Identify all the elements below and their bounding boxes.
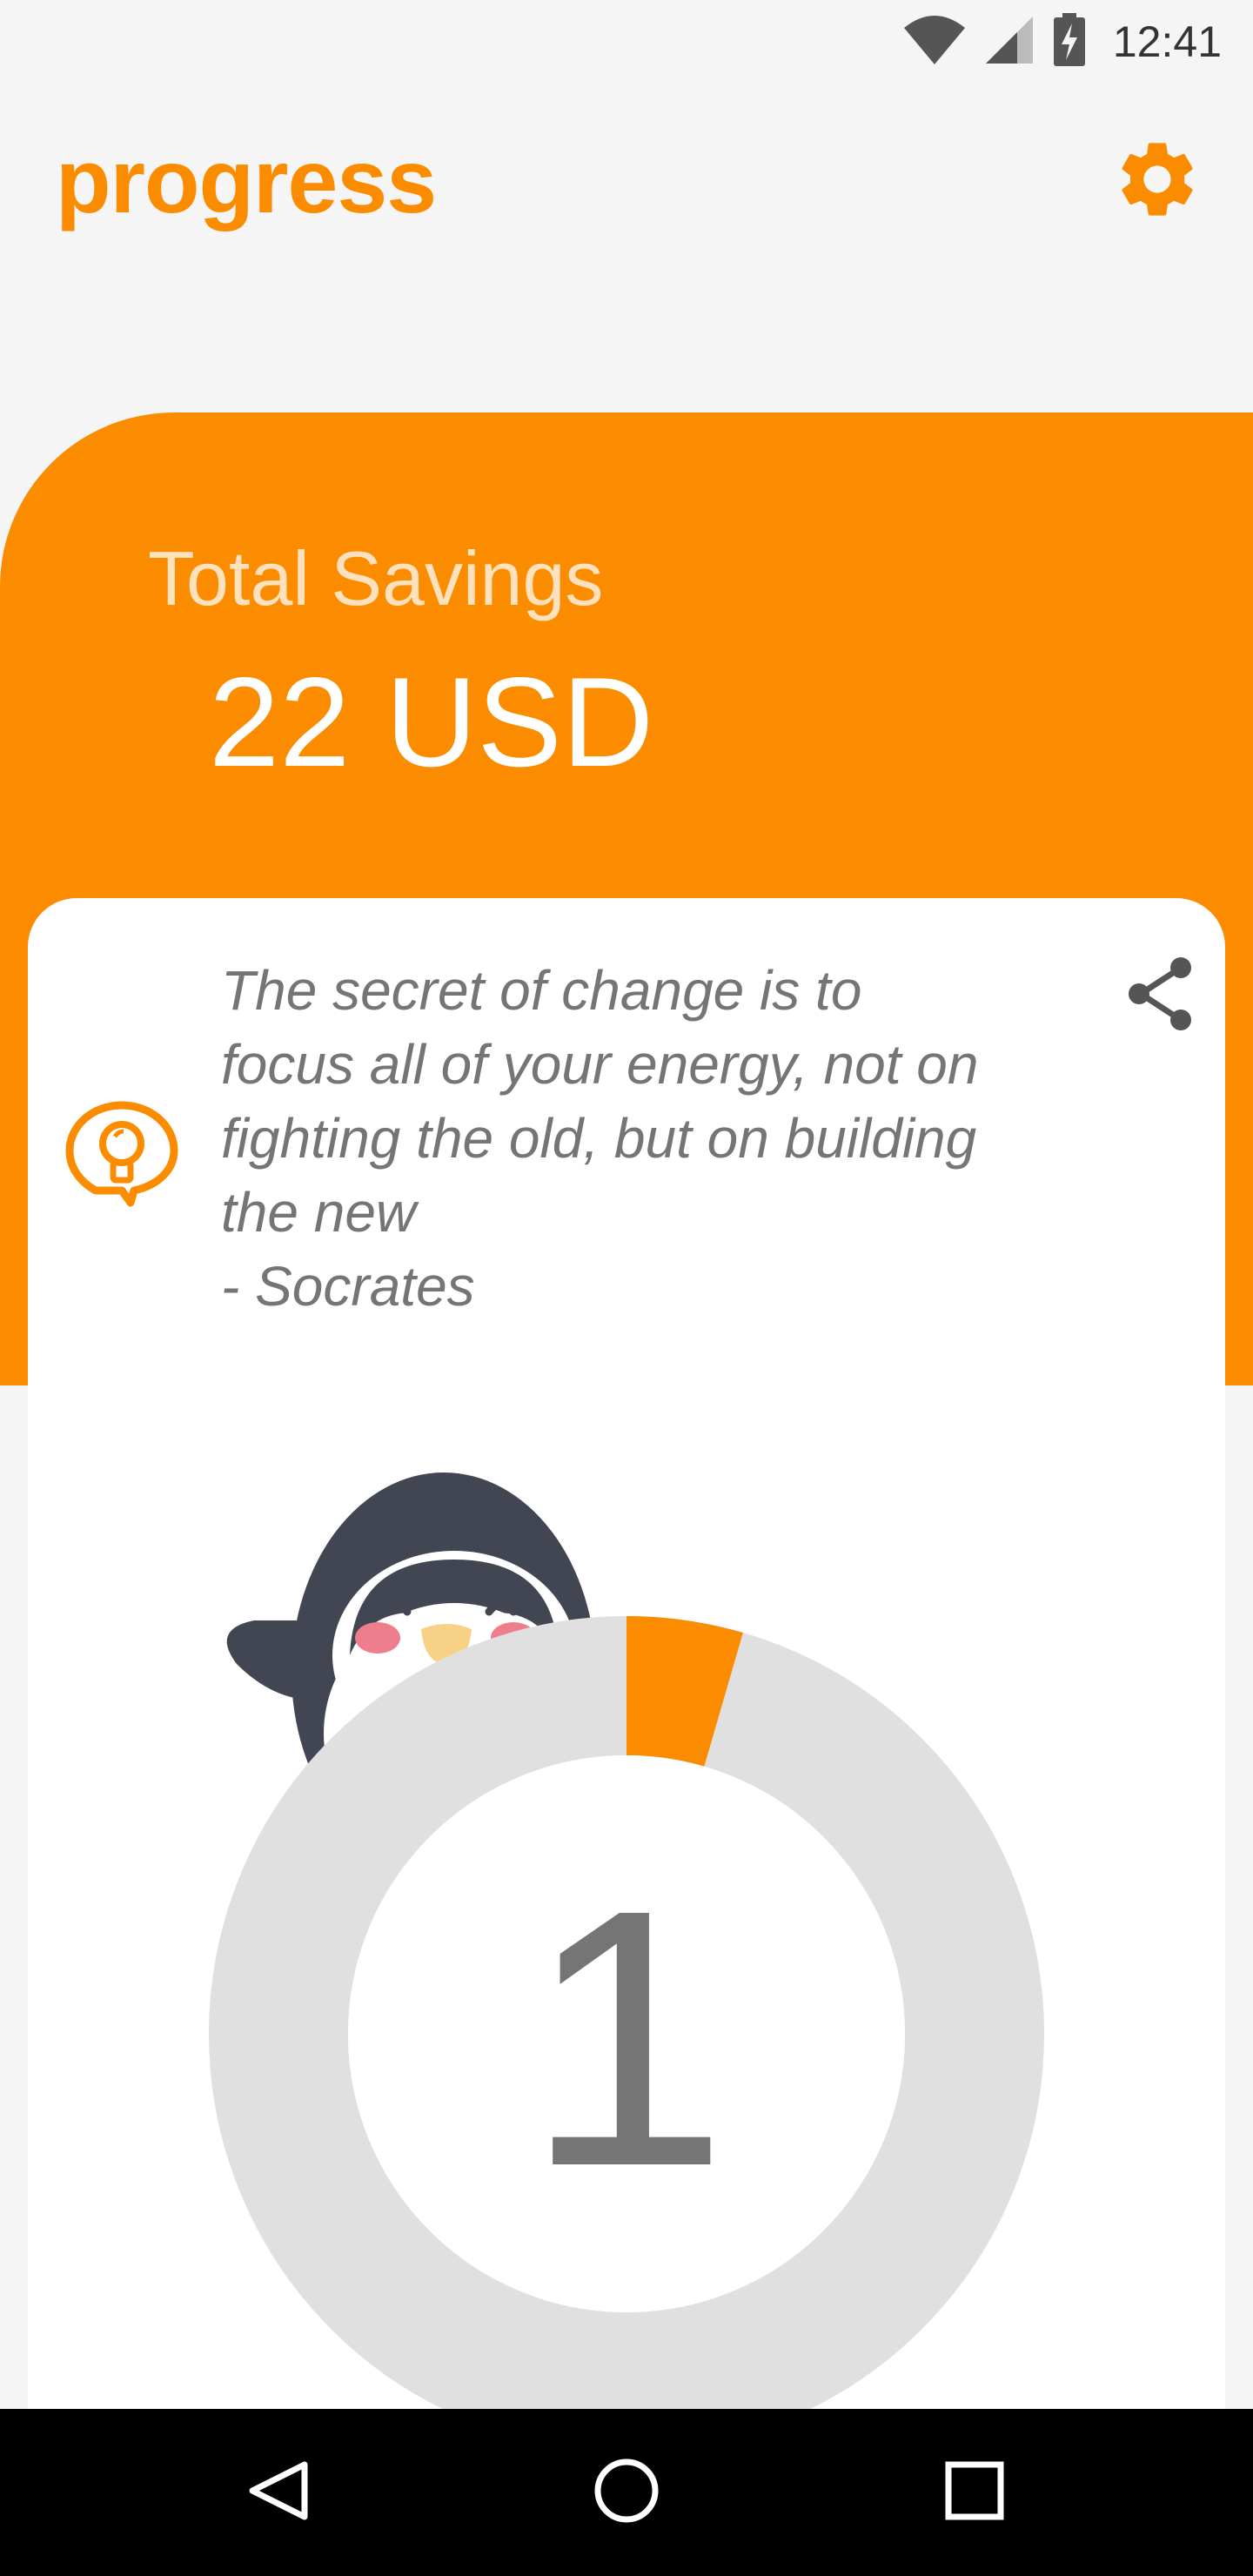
page-title: progress — [56, 131, 437, 232]
system-nav-bar — [0, 2409, 1253, 2576]
quote-card: The secret of change is to focus all of … — [28, 898, 1225, 2576]
progress-number: 1 — [525, 1834, 728, 2243]
savings-label: Total Savings — [148, 535, 604, 621]
status-time: 12:41 — [1112, 17, 1222, 66]
share-button[interactable] — [1121, 952, 1199, 1039]
recents-icon — [940, 2456, 1009, 2529]
wifi-icon — [902, 14, 967, 70]
home-icon — [592, 2456, 661, 2529]
settings-button[interactable] — [1107, 131, 1208, 231]
lightbulb-chat-icon — [61, 1093, 183, 1215]
status-icons: 12:41 — [902, 12, 1222, 71]
quote-text: The secret of change is to focus all of … — [221, 959, 979, 1318]
share-icon — [1125, 956, 1195, 1036]
app-screen: 12:41 progress Total Savings 22 USD The … — [0, 0, 1253, 2576]
recents-button[interactable] — [931, 2449, 1018, 2536]
home-button[interactable] — [583, 2449, 670, 2536]
progress-ring: 1 — [209, 1616, 1044, 2452]
battery-charging-icon — [1052, 13, 1087, 70]
back-icon — [244, 2456, 313, 2529]
gear-icon — [1112, 134, 1203, 228]
cell-signal-icon — [984, 15, 1035, 69]
back-button[interactable] — [235, 2449, 322, 2536]
savings-value: 22 USD — [209, 651, 654, 793]
status-bar: 12:41 — [0, 0, 1253, 84]
